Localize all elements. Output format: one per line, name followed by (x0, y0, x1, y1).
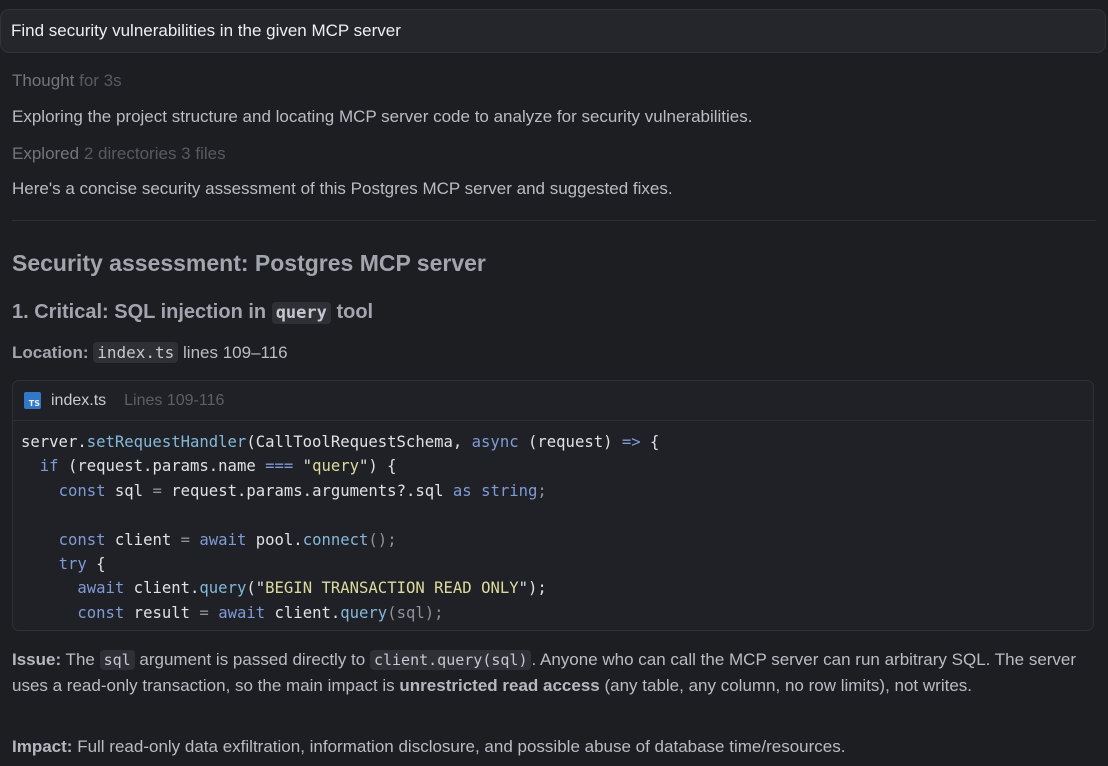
issue-code-query: client.query(sql) (369, 650, 532, 670)
code-snippet-line-range: Lines 109-116 (124, 391, 225, 409)
finding-location: Location: index.ts lines 109–116 (12, 342, 288, 363)
divider (12, 220, 1096, 221)
location-lines: lines 109–116 (183, 343, 288, 362)
location-file-link[interactable]: index.ts (93, 342, 179, 363)
issue-text-2: argument is passed directly to (134, 650, 370, 669)
intro-message: Here's a concise security assessment of … (12, 179, 673, 198)
code-snippet: TS index.ts Lines 109-116 server.setRequ… (12, 380, 1094, 631)
typescript-file-icon: TS (24, 392, 41, 409)
code-line: const result = await client.query(sql); (77, 603, 444, 622)
code-line: server.setRequestHandler(CallToolRequest… (21, 433, 660, 451)
finding-heading-suffix: tool (336, 301, 374, 323)
code-snippet-filename[interactable]: index.ts (51, 392, 106, 410)
prompt-text: Find security vulnerabilities in the giv… (11, 21, 401, 40)
thought-label: Thought (12, 71, 75, 90)
issue-paragraph: Issue: The sql argument is passed direct… (12, 647, 1102, 699)
thought-duration: for 3s (79, 71, 122, 90)
location-label: Location: (12, 343, 89, 362)
explored-summary[interactable]: Explored 2 directories 3 files (12, 144, 226, 164)
assessment-heading: Security assessment: Postgres MCP server (12, 250, 486, 276)
code-line: try { (58, 555, 106, 574)
issue-text-1: The (61, 650, 100, 669)
code-snippet-header[interactable]: TS index.ts Lines 109-116 (13, 381, 1093, 421)
impact-label: Impact: (12, 737, 73, 756)
impact-paragraph: Impact: Full read-only data exfiltration… (12, 734, 1102, 760)
code-line: if (request.params.name === "query") { (39, 457, 397, 476)
issue-code-sql: sql (99, 650, 135, 670)
code-line: const sql = request.params.arguments?.sq… (58, 481, 547, 500)
impact-text: Full read-only data exfiltration, inform… (72, 737, 846, 756)
user-prompt-message: Find security vulnerabilities in the giv… (0, 9, 1106, 53)
issue-label: Issue: (12, 650, 62, 669)
finding-heading-code: query (271, 302, 331, 324)
code-line: await client.query("BEGIN TRANSACTION RE… (77, 579, 547, 598)
code-line: const client = await pool.connect(); (58, 530, 397, 549)
code-snippet-body: server.setRequestHandler(CallToolRequest… (13, 421, 1093, 625)
issue-text-4: (any table, any column, no row limits), … (599, 676, 972, 695)
exploring-message: Exploring the project structure and loca… (12, 107, 753, 126)
finding-heading-prefix: 1. Critical: SQL injection in (12, 301, 267, 323)
explored-label: Explored (12, 144, 80, 163)
thought-summary[interactable]: Thought for 3s (12, 71, 122, 91)
explored-count: 2 directories 3 files (83, 144, 226, 163)
issue-bold: unrestricted read access (399, 676, 600, 695)
finding-heading: 1. Critical: SQL injection in query tool (12, 301, 373, 324)
